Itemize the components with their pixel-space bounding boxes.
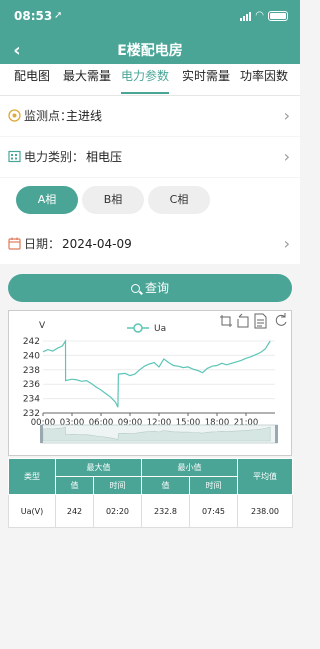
tab-power-parameters[interactable]: 电力参数 [121,64,170,94]
calendar-icon [8,237,21,250]
chevron-right-icon: › [283,106,290,125]
query-button-label: 查询 [144,281,169,295]
data-view-icon[interactable] [254,313,267,329]
voltage-chart: V Ua 232 234 236 238 240 242 00:00 03:00 06:00 0… [8,310,292,456]
power-type-value: 相电压 [86,150,123,164]
phase-a-button[interactable]: A相 [16,186,78,214]
y-tick-label: 242 [23,337,40,347]
chart-toolbox [220,313,287,329]
phase-b-button[interactable]: B相 [82,186,144,214]
status-time: 08:53 [14,9,53,23]
wifi-icon: ◠ [255,10,264,21]
monitor-point-icon [8,109,21,122]
cell-type: Ua(V) [8,494,56,528]
header-min: 最小值 [141,458,238,477]
page-title: E楼配电房 [117,43,183,59]
cellular-signal-icon [240,11,252,21]
statistics-table: 类型 最大值 最小值 平均值 值 时间 值 时间 Ua(V) 242 02:20… [8,458,293,528]
header-max-value: 值 [55,476,94,495]
tab-distribution-diagram[interactable]: 配电图 [14,64,50,88]
location-arrow-icon: ➚ [54,10,63,21]
battery-icon [268,11,288,21]
slider-right-handle[interactable] [275,425,278,443]
y-tick-label: 234 [23,395,40,405]
date-label: 日期： [24,237,61,251]
y-axis-label: V [39,321,46,331]
legend-label-ua: Ua [154,324,166,334]
cell-average: 238.00 [237,494,293,528]
header-min-time: 时间 [189,476,238,495]
table-row: Ua(V) 242 02:20 232.8 07:45 238.00 [8,494,293,528]
monitor-point-value: 主进线 [66,109,103,123]
legend[interactable]: Ua [127,323,166,334]
date-value: 2024-04-09 [62,237,132,251]
search-icon [130,284,140,293]
y-tick-label: 238 [23,366,40,376]
series-line-ua [42,338,271,408]
phase-c-button[interactable]: C相 [148,186,210,214]
navigation-bar: ‹ E楼配电房 [0,38,300,64]
header-type: 类型 [8,458,56,495]
monitor-point-label: 监测点： [24,109,73,123]
zoom-icon[interactable] [220,315,232,327]
data-zoom-slider[interactable] [40,424,278,444]
status-bar: 08:53 ➚ ◠ [0,9,300,25]
query-button[interactable]: 查询 [8,274,292,302]
tab-power-factor[interactable]: 功率因数 [240,64,288,88]
header-max: 最大值 [55,458,142,477]
chevron-right-icon: › [283,147,290,166]
power-type-label: 电力类别： [24,150,85,164]
monitor-point-selector[interactable]: 监测点： 主进线 › [0,96,300,136]
cell-max-time: 02:20 [93,494,142,528]
header-max-time: 时间 [93,476,142,495]
chevron-right-icon: › [283,234,290,253]
cell-min-value: 232.8 [141,494,190,528]
cell-min-time: 07:45 [189,494,238,528]
date-selector[interactable]: 日期： 2024-04-09 › [0,224,300,264]
tab-bar: 配电图 最大需量 电力参数 实时需量 功率因数 [0,64,300,96]
y-tick-label: 236 [23,380,40,390]
slider-left-handle[interactable] [40,425,43,443]
zoom-reset-icon[interactable] [237,313,249,328]
restore-icon[interactable] [275,313,287,326]
tab-realtime-demand[interactable]: 实时需量 [182,64,230,88]
cell-max-value: 242 [55,494,94,528]
y-tick-label: 240 [23,351,40,361]
tab-max-demand[interactable]: 最大需量 [63,64,111,88]
header-average: 平均值 [237,458,293,495]
header-min-value: 值 [141,476,190,495]
power-type-selector[interactable]: 电力类别： 相电压 › [0,137,300,177]
grid-category-icon [8,150,21,163]
chart-canvas: V Ua 232234236238240242 00:00 03:00 06:00 0… [23,313,287,444]
